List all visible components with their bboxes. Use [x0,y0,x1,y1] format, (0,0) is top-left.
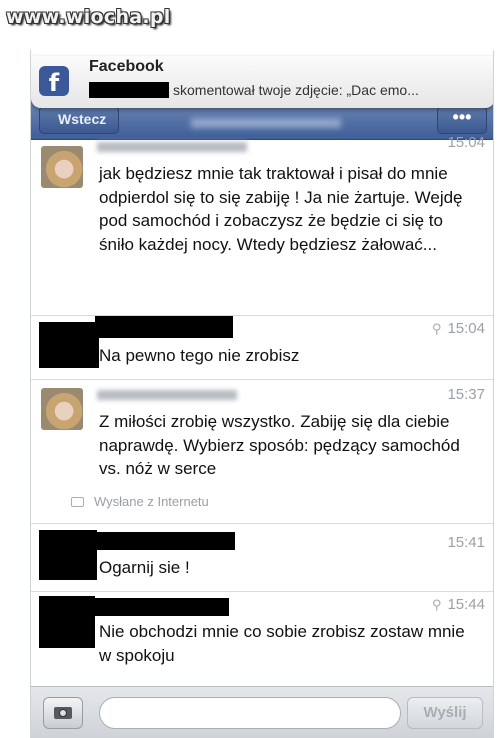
avatar [41,146,83,188]
phone-screen: Wstecz ••• f Facebook skomentował twoje … [30,50,494,738]
message-time: 15:04 [447,134,485,151]
message-item: ⚲ 15:04 Na pewno tego nie zrobisz [31,316,493,380]
sender-name-redacted [93,598,229,616]
send-button[interactable]: Wyślij [407,697,483,729]
redacted-name [89,82,169,98]
message-time: 15:41 [447,534,485,551]
notification-text: skomentował twoje zdjęcie: „Dac emo... [173,82,419,98]
avatar-redacted [39,322,99,368]
message-text: Nie obchodzi mnie co sobie zrobisz zosta… [99,622,465,665]
message-item: 15:04 jak będziesz mnie tak traktował i … [31,134,493,316]
chat-bubble-icon [71,497,84,507]
message-item: 15:37 Z miłości zrobię wszystko. Zabiję … [31,380,493,524]
sender-name-blurred [97,390,237,400]
watermark: www.wiocha.pl [6,6,171,28]
notification-banner[interactable]: f Facebook skomentował twoje zdjęcie: „D… [31,56,493,108]
conversation-title-blurred [191,118,341,128]
sender-name-redacted [95,316,233,338]
message-item: 15:41 Ogarnij sie ! [31,524,493,592]
message-time: ⚲ 15:44 [431,596,485,613]
message-input[interactable] [99,697,401,729]
avatar [41,388,83,430]
message-text: jak będziesz mnie tak traktował i pisał … [99,164,463,254]
sender-name-blurred [97,142,247,152]
avatar-redacted [39,596,95,648]
sent-from-label: Wysłane z Internetu [71,494,209,509]
back-button[interactable]: Wstecz [39,106,119,134]
message-item: ⚲ 15:44 Nie obchodzi mnie co sobie zrobis… [31,592,493,686]
location-pin-icon: ⚲ [431,597,442,612]
more-options-button[interactable]: ••• [437,106,487,134]
message-composer: Wyślij [31,686,493,738]
camera-button[interactable] [43,697,83,729]
message-time: ⚲ 15:04 [431,320,485,337]
facebook-icon: f [39,66,69,97]
sender-name-redacted [89,532,235,550]
message-time: 15:37 [447,386,485,403]
location-pin-icon: ⚲ [431,321,442,336]
message-text: Ogarnij sie ! [99,558,190,577]
notification-app-name: Facebook [89,58,164,75]
message-text: Na pewno tego nie zrobisz [99,346,300,365]
message-text: Z miłości zrobię wszystko. Zabiję się dl… [99,412,460,478]
